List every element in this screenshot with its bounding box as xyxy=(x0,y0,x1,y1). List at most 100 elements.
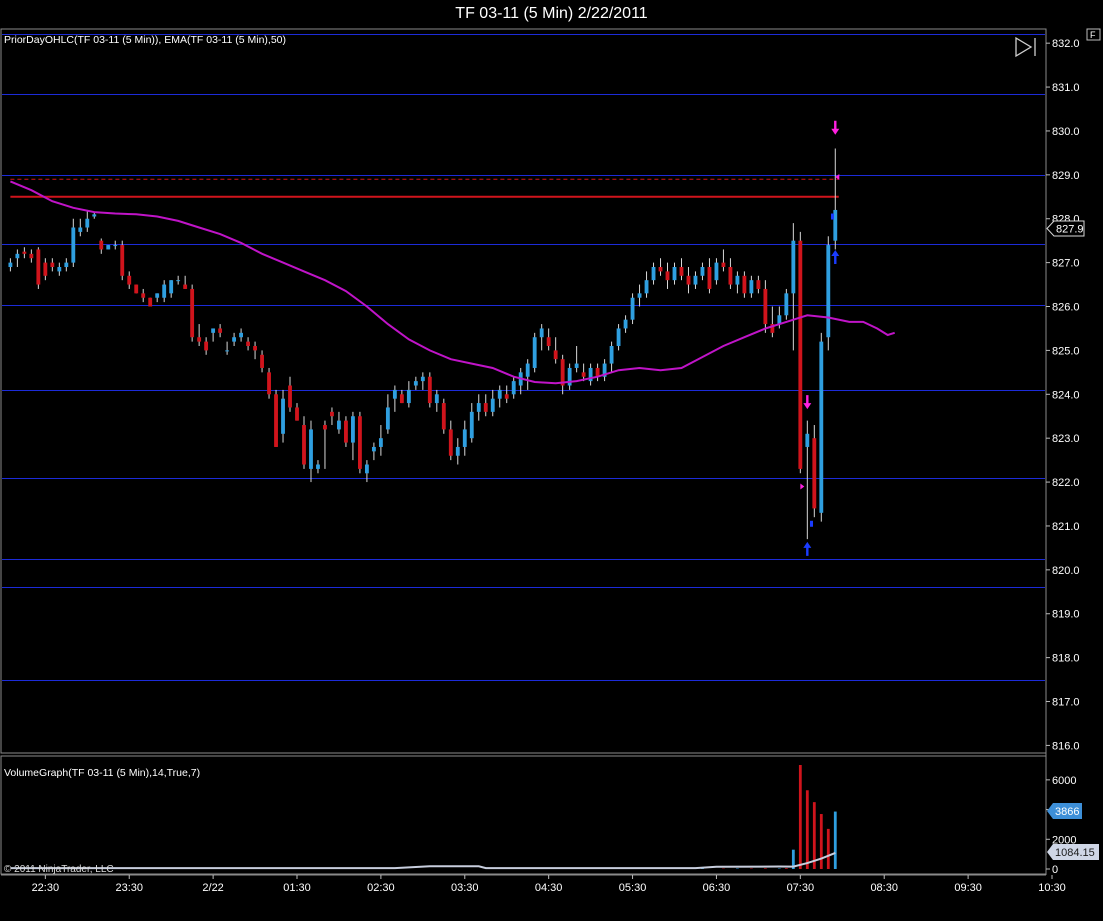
candle-up xyxy=(337,420,341,430)
candle-down xyxy=(204,341,209,351)
corner-button[interactable]: F xyxy=(1086,28,1101,41)
candle-up xyxy=(113,245,118,247)
candle-up xyxy=(735,275,740,285)
volume-bar-down xyxy=(784,868,788,869)
candle-down xyxy=(483,403,488,412)
candle-up xyxy=(413,381,418,386)
candle-up xyxy=(672,267,677,281)
price-tick-label: 819.0 xyxy=(1052,609,1080,621)
candle-down xyxy=(36,249,41,285)
candle-up xyxy=(630,297,635,320)
candle-down xyxy=(288,385,292,408)
candle-up xyxy=(15,253,20,259)
indicator-label: PriorDayOHLC(TF 03-11 (5 Min)), EMA(TF 0… xyxy=(4,34,286,46)
volume-bar-down xyxy=(798,765,802,869)
candle-down xyxy=(763,288,768,325)
candle-up xyxy=(784,293,789,316)
candle-down xyxy=(344,420,348,443)
candle-up xyxy=(155,293,160,298)
volume-bar-down xyxy=(812,802,816,869)
candle-up xyxy=(8,262,13,268)
avg-volume-marker: 1084.15 xyxy=(1047,844,1099,860)
volume-bar-down xyxy=(819,814,823,869)
candle-up xyxy=(176,280,181,282)
volume-bar-down xyxy=(763,868,767,869)
candle-up xyxy=(791,240,796,294)
time-tick-label: 08:30 xyxy=(870,882,898,894)
price-tick-label: 829.0 xyxy=(1052,170,1080,182)
candle-up xyxy=(490,398,495,412)
candle-up xyxy=(700,267,705,276)
volume-indicator-label: VolumeGraph(TF 03-11 (5 Min),14,True,7) xyxy=(4,767,200,779)
candle-down xyxy=(707,267,712,289)
candle-down xyxy=(658,267,663,272)
last-price-label: 827.9 xyxy=(1056,224,1084,236)
fill-marker xyxy=(830,213,834,220)
last-volume-label: 3866 xyxy=(1055,806,1079,818)
price-tick-label: 821.0 xyxy=(1052,521,1080,533)
last-price-marker: 827.9 xyxy=(1046,220,1085,237)
price-tick-label: 831.0 xyxy=(1052,82,1080,94)
price-tick-label: 816.0 xyxy=(1052,740,1080,752)
candle-up xyxy=(532,337,537,368)
candle-down xyxy=(581,372,586,377)
avg-volume-label: 1084.15 xyxy=(1055,847,1095,859)
candle-down xyxy=(148,297,153,307)
price-tick-label: 830.0 xyxy=(1052,126,1080,138)
candle-up xyxy=(378,438,383,447)
candle-down xyxy=(665,271,670,281)
candle-down xyxy=(546,337,551,347)
candle-up xyxy=(316,464,320,469)
candle-up xyxy=(525,363,530,377)
candle-up xyxy=(92,214,97,217)
candle-down xyxy=(253,346,257,351)
time-tick-label: 2/22 xyxy=(202,882,223,894)
time-tick-label: 09:30 xyxy=(954,882,982,894)
candle-up xyxy=(455,446,460,456)
candle-up xyxy=(85,218,90,228)
time-tick-label: 23:30 xyxy=(115,882,143,894)
fill-marker xyxy=(810,520,814,527)
price-tick-label: 832.0 xyxy=(1052,38,1080,50)
volume-bar-down xyxy=(826,828,830,869)
volume-tick-label: 6000 xyxy=(1052,775,1076,787)
candle-up xyxy=(497,389,502,399)
candle-up xyxy=(434,394,439,404)
corner-button-label: F xyxy=(1090,30,1096,40)
candle-down xyxy=(120,245,125,276)
volume-bar-up xyxy=(833,811,837,869)
candle-up xyxy=(106,245,111,250)
candle-up xyxy=(637,293,642,298)
candle-down xyxy=(448,429,453,456)
candle-up xyxy=(371,446,376,452)
candle-down xyxy=(197,337,202,342)
candle-up xyxy=(406,389,411,404)
candle-down xyxy=(756,280,761,289)
candle-down xyxy=(267,372,271,395)
candle-down xyxy=(728,267,733,285)
time-tick-label: 04:30 xyxy=(535,882,563,894)
candle-up xyxy=(392,389,397,399)
price-tick-label: 823.0 xyxy=(1052,433,1080,445)
candle-down xyxy=(441,403,446,430)
candle-down xyxy=(553,350,558,360)
candle-up xyxy=(749,280,754,294)
price-tick-label: 824.0 xyxy=(1052,389,1080,401)
candle-down xyxy=(43,262,48,276)
candle-up xyxy=(574,363,579,368)
candle-up xyxy=(211,328,216,333)
candle-down xyxy=(260,354,264,368)
candle-down xyxy=(679,267,684,276)
candle-up xyxy=(57,267,62,272)
candle-down xyxy=(99,240,104,250)
chart-canvas[interactable]: 832.0831.0830.0829.0828.0827.0826.0825.0… xyxy=(0,0,1103,921)
candle-down xyxy=(302,425,306,465)
price-axis: 832.0831.0830.0829.0828.0827.0826.0825.0… xyxy=(1046,38,1080,752)
volume-tick-label: 0 xyxy=(1052,864,1058,876)
price-tick-label: 820.0 xyxy=(1052,565,1080,577)
candle-down xyxy=(218,328,223,333)
candle-up xyxy=(420,376,425,382)
candle-up xyxy=(232,337,237,342)
candle-up xyxy=(462,429,467,447)
candle-down xyxy=(141,293,146,298)
